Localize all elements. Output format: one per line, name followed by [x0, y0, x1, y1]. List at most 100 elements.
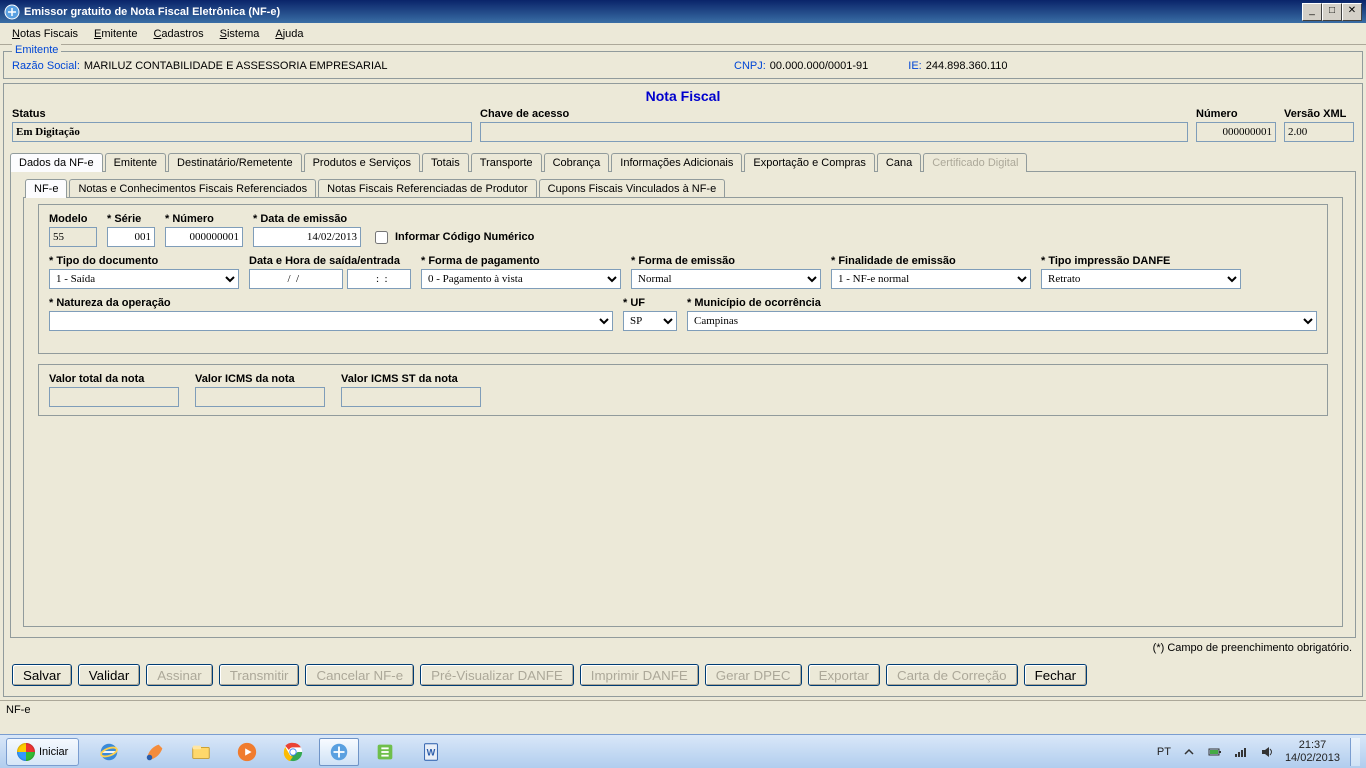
- tipo-documento-label: * Tipo do documento: [49, 255, 239, 267]
- tab-emitente[interactable]: Emitente: [105, 153, 166, 172]
- uf-select[interactable]: SP: [623, 311, 677, 331]
- razao-social-value: MARILUZ CONTABILIDADE E ASSESSORIA EMPRE…: [84, 60, 388, 72]
- forma-emissao-label: * Forma de emissão: [631, 255, 821, 267]
- required-footnote: (*) Campo de preenchimento obrigatório.: [4, 638, 1362, 660]
- tab-exportacao[interactable]: Exportação e Compras: [744, 153, 875, 172]
- nfe-form-area: Modelo * Série * Número * Data de emissã…: [38, 204, 1328, 354]
- tray-show-desktop[interactable]: [1350, 738, 1360, 766]
- tab-certificado: Certificado Digital: [923, 153, 1027, 172]
- numero-nf-label: Número: [1196, 108, 1276, 120]
- menu-emitente[interactable]: Emitente: [86, 26, 145, 42]
- minimize-button[interactable]: _: [1302, 3, 1322, 21]
- ie-label: IE:: [908, 60, 921, 72]
- imprimir-button: Imprimir DANFE: [580, 664, 699, 686]
- natureza-operacao-select[interactable]: [49, 311, 613, 331]
- transmitir-button: Transmitir: [219, 664, 300, 686]
- finalidade-emissao-select[interactable]: 1 - NF-e normal: [831, 269, 1031, 289]
- tipo-documento-select[interactable]: 1 - Saída: [49, 269, 239, 289]
- tab-transporte[interactable]: Transporte: [471, 153, 542, 172]
- taskbar-explorer-icon[interactable]: [181, 738, 221, 766]
- municipio-label: * Município de ocorrência: [687, 297, 1317, 309]
- windows-orb-icon: [17, 743, 35, 761]
- hora-saida-field[interactable]: [347, 269, 411, 289]
- forma-pagamento-select[interactable]: 0 - Pagamento à vista: [421, 269, 621, 289]
- tray-clock[interactable]: 21:37 14/02/2013: [1285, 739, 1340, 765]
- menu-sistema[interactable]: Sistema: [212, 26, 268, 42]
- menu-cadastros[interactable]: Cadastros: [145, 26, 211, 42]
- valor-total-field: [49, 387, 179, 407]
- previsualizar-button: Pré-Visualizar DANFE: [420, 664, 574, 686]
- taskbar: Iniciar W PT 21:37 14/02/2013: [0, 734, 1366, 768]
- informar-codigo-checkbox[interactable]: [375, 231, 388, 244]
- totals-area: Valor total da nota Valor ICMS da nota V…: [38, 364, 1328, 416]
- chave-acesso-label: Chave de acesso: [480, 108, 1188, 120]
- status-field: [12, 122, 472, 142]
- tray-volume-icon[interactable]: [1259, 744, 1275, 760]
- main-tab-body: NF-eNotas e Conhecimentos Fiscais Refere…: [10, 171, 1356, 638]
- serie-field[interactable]: [107, 227, 155, 247]
- nota-fiscal-title: Nota Fiscal: [4, 84, 1362, 104]
- subtab-notas-produtor[interactable]: Notas Fiscais Referenciadas de Produtor: [318, 179, 537, 198]
- taskbar-ie-icon[interactable]: [89, 738, 129, 766]
- tab-destinatario[interactable]: Destinatário/Remetente: [168, 153, 302, 172]
- menu-notas-fiscais[interactable]: Notas Fiscais: [4, 26, 86, 42]
- tray-network-icon[interactable]: [1233, 744, 1249, 760]
- taskbar-paint-icon[interactable]: [135, 738, 175, 766]
- forma-pagamento-label: * Forma de pagamento: [421, 255, 621, 267]
- serie-label: * Série: [107, 213, 155, 225]
- subtab-nfe[interactable]: NF-e: [25, 179, 67, 198]
- numero-form-field[interactable]: [165, 227, 243, 247]
- cancelar-nfe-button: Cancelar NF-e: [305, 664, 414, 686]
- fechar-button[interactable]: Fechar: [1024, 664, 1087, 686]
- action-button-row: SalvarValidarAssinarTransmitirCancelar N…: [4, 660, 1362, 690]
- tipo-danfe-label: * Tipo impressão DANFE: [1041, 255, 1241, 267]
- app-icon: [4, 4, 20, 20]
- municipio-select[interactable]: Campinas: [687, 311, 1317, 331]
- taskbar-nfe-app-icon[interactable]: [319, 738, 359, 766]
- statusbar-text: NF-e: [6, 704, 30, 716]
- subtab-notas-ref[interactable]: Notas e Conhecimentos Fiscais Referencia…: [69, 179, 316, 198]
- tray-chevron-icon[interactable]: [1181, 744, 1197, 760]
- validar-button[interactable]: Validar: [78, 664, 141, 686]
- forma-emissao-select[interactable]: Normal: [631, 269, 821, 289]
- tab-cobranca[interactable]: Cobrança: [544, 153, 610, 172]
- tab-cana[interactable]: Cana: [877, 153, 921, 172]
- salvar-button[interactable]: Salvar: [12, 664, 72, 686]
- cnpj-value: 00.000.000/0001-91: [770, 60, 868, 72]
- tab-info-adicionais[interactable]: Informações Adicionais: [611, 153, 742, 172]
- tray-lang[interactable]: PT: [1157, 746, 1171, 758]
- tray-time: 21:37: [1285, 739, 1340, 752]
- close-window-button[interactable]: ✕: [1342, 3, 1362, 21]
- versao-xml-field: [1284, 122, 1354, 142]
- versao-xml-label: Versão XML: [1284, 108, 1354, 120]
- subtab-cupons[interactable]: Cupons Fiscais Vinculados à NF-e: [539, 179, 726, 198]
- tray-date: 14/02/2013: [1285, 752, 1340, 765]
- data-saida-field[interactable]: [249, 269, 343, 289]
- numero-nf-field: [1196, 122, 1276, 142]
- status-label: Status: [12, 108, 472, 120]
- gerar-dpec-button: Gerar DPEC: [705, 664, 802, 686]
- data-saida-label: Data e Hora de saída/entrada: [249, 255, 411, 267]
- tab-produtos[interactable]: Produtos e Serviços: [304, 153, 420, 172]
- emitente-groupbox: Emitente Razão Social: MARILUZ CONTABILI…: [3, 51, 1363, 79]
- start-button[interactable]: Iniciar: [6, 738, 79, 766]
- chave-acesso-field: [480, 122, 1188, 142]
- taskbar-word-icon[interactable]: W: [411, 738, 451, 766]
- start-label: Iniciar: [39, 746, 68, 758]
- tab-totais[interactable]: Totais: [422, 153, 469, 172]
- statusbar: NF-e: [0, 700, 1366, 719]
- main-tabs: Dados da NF-eEmitenteDestinatário/Remete…: [10, 152, 1356, 171]
- tipo-danfe-select[interactable]: Retrato: [1041, 269, 1241, 289]
- data-emissao-field[interactable]: [253, 227, 361, 247]
- tab-dados-nfe[interactable]: Dados da NF-e: [10, 153, 103, 172]
- razao-social-label: Razão Social:: [12, 60, 80, 72]
- menu-ajuda[interactable]: Ajuda: [267, 26, 311, 42]
- taskbar-app2-icon[interactable]: [365, 738, 405, 766]
- maximize-button[interactable]: □: [1322, 3, 1342, 21]
- nota-fiscal-panel: Nota Fiscal Status Chave de acesso Númer…: [3, 83, 1363, 697]
- informar-codigo-label: Informar Código Numérico: [395, 231, 534, 243]
- tray-battery-icon[interactable]: [1207, 744, 1223, 760]
- taskbar-media-player-icon[interactable]: [227, 738, 267, 766]
- taskbar-chrome-icon[interactable]: [273, 738, 313, 766]
- ie-value: 244.898.360.110: [926, 60, 1008, 72]
